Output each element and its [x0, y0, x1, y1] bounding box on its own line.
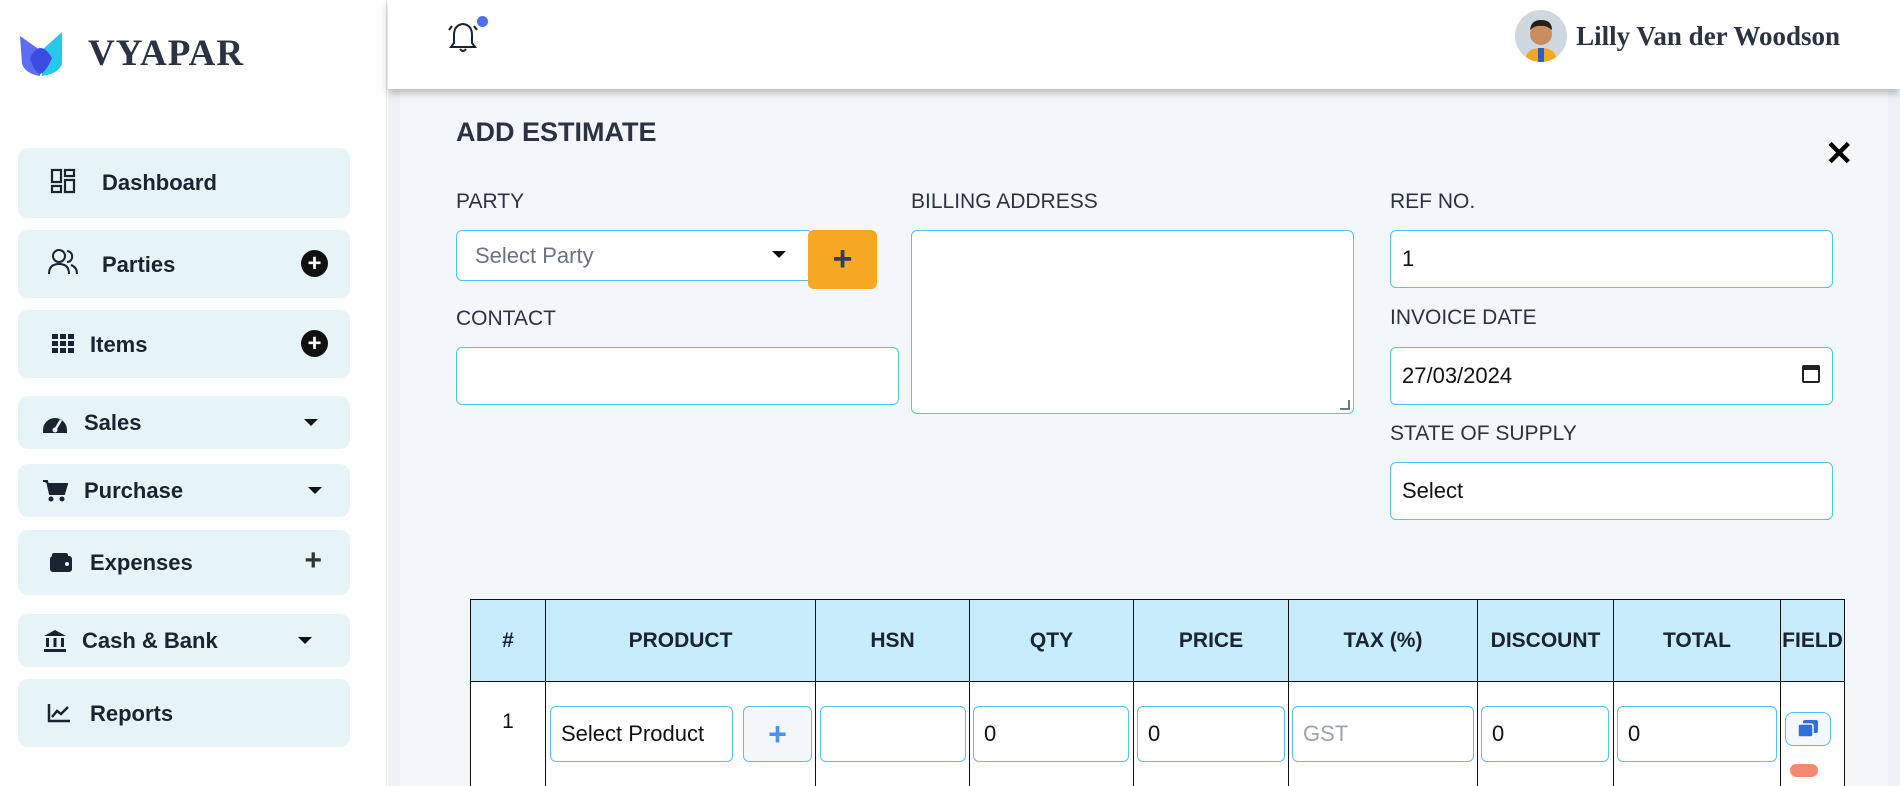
price-field[interactable]: 0: [1137, 706, 1285, 762]
tax-cell: GST: [1288, 681, 1478, 786]
column-header: PRODUCT: [545, 599, 816, 682]
sidebar-item-items[interactable]: Items +: [18, 310, 350, 378]
grid-icon: [48, 329, 78, 359]
sidebar-item-cash-bank[interactable]: Cash & Bank: [18, 614, 350, 667]
state-of-supply-label: STATE OF SUPPLY: [1390, 422, 1577, 445]
total-cell: 0: [1613, 681, 1781, 786]
field-cell: [1780, 681, 1845, 786]
product-select[interactable]: Select Product: [550, 706, 733, 762]
qty-cell: 0: [969, 681, 1134, 786]
main-content: ADD ESTIMATE ✕ PARTY Select Party + CONT…: [388, 89, 1900, 786]
ref-no-field[interactable]: 1: [1390, 230, 1833, 288]
party-select[interactable]: Select Party: [456, 230, 813, 281]
column-header: #: [470, 599, 546, 682]
invoice-date-value: 27/03/2024: [1402, 363, 1513, 388]
add-estimate-panel: ADD ESTIMATE ✕ PARTY Select Party + CONT…: [400, 89, 1888, 786]
top-bar: Lilly Van der Woodson: [388, 0, 1900, 89]
state-of-supply-select[interactable]: Select: [1390, 462, 1833, 520]
table-row: 1 Select Product + 0 0 GST 0 0: [470, 681, 1845, 786]
contact-label: CONTACT: [456, 307, 556, 330]
notification-dot: [477, 16, 488, 27]
user-name: Lilly Van der Woodson: [1576, 20, 1840, 51]
billing-address-field[interactable]: [911, 230, 1354, 414]
party-select-placeholder: Select Party: [475, 242, 594, 268]
hsn-cell: [815, 681, 970, 786]
dashboard-icon: [48, 166, 78, 196]
chevron-down-icon[interactable]: [308, 487, 322, 494]
chevron-down-icon[interactable]: [298, 637, 312, 644]
column-header: FIELD: [1780, 599, 1845, 682]
discount-field[interactable]: 0: [1481, 706, 1609, 762]
table-header-row: # PRODUCT HSN QTY PRICE TAX (%) DISCOUNT…: [470, 599, 1845, 682]
page-title: ADD ESTIMATE: [456, 117, 657, 147]
price-cell: 0: [1133, 681, 1289, 786]
column-header: PRICE: [1133, 599, 1289, 682]
sidebar-item-parties[interactable]: Parties +: [18, 230, 350, 298]
delete-row-button[interactable]: [1790, 764, 1818, 777]
chevron-down-icon[interactable]: [304, 419, 318, 426]
column-header: QTY: [969, 599, 1134, 682]
hsn-field[interactable]: [820, 706, 966, 762]
items-table: # PRODUCT HSN QTY PRICE TAX (%) DISCOUNT…: [470, 599, 1845, 786]
party-label: PARTY: [456, 190, 525, 213]
vyapar-logo-icon: [18, 28, 64, 78]
sidebar-item-label: Purchase: [84, 478, 184, 503]
sidebar-item-label: Sales: [84, 410, 142, 435]
billing-address-label: BILLING ADDRESS: [911, 190, 1098, 213]
cart-icon: [40, 476, 70, 506]
total-field[interactable]: 0: [1617, 706, 1777, 762]
calendar-icon[interactable]: [1802, 365, 1820, 383]
duplicate-row-button[interactable]: [1785, 712, 1831, 746]
bank-icon: [40, 626, 70, 656]
invoice-date-label: INVOICE DATE: [1390, 306, 1537, 329]
add-party-plus-icon[interactable]: +: [301, 250, 328, 277]
sidebar-item-dashboard[interactable]: Dashboard: [18, 148, 350, 218]
user-menu[interactable]: Lilly Van der Woodson: [1515, 10, 1840, 62]
add-item-plus-icon[interactable]: +: [301, 330, 328, 357]
brand[interactable]: VYAPAR: [18, 28, 244, 78]
column-header: DISCOUNT: [1477, 599, 1614, 682]
add-party-button[interactable]: +: [808, 230, 877, 289]
add-expense-plus-icon[interactable]: +: [304, 546, 322, 576]
brand-name: VYAPAR: [88, 32, 245, 74]
chevron-down-icon: [772, 251, 786, 258]
speedometer-icon: [40, 408, 70, 438]
avatar: [1515, 10, 1568, 62]
row-number-cell: 1: [470, 681, 546, 786]
sidebar-item-expenses[interactable]: Expenses +: [18, 530, 350, 595]
copy-icon: [1797, 720, 1818, 738]
sidebar-item-label: Expenses: [90, 550, 193, 575]
discount-cell: 0: [1477, 681, 1614, 786]
chart-line-icon: [44, 698, 74, 728]
sidebar-item-label: Items: [90, 332, 148, 357]
tax-placeholder: GST: [1303, 721, 1349, 746]
wallet-icon: [46, 548, 76, 578]
close-icon[interactable]: ✕: [1825, 134, 1854, 174]
invoice-date-field[interactable]: 27/03/2024: [1390, 347, 1833, 405]
tax-field[interactable]: GST: [1292, 706, 1474, 762]
sidebar-item-label: Dashboard: [102, 170, 217, 195]
ref-no-label: REF NO.: [1390, 190, 1476, 213]
column-header: TAX (%): [1288, 599, 1478, 682]
product-cell: Select Product +: [545, 681, 816, 786]
row-number: 1: [502, 710, 514, 733]
contact-field[interactable]: [456, 347, 899, 405]
column-header: HSN: [815, 599, 970, 682]
sidebar-item-purchase[interactable]: Purchase: [18, 464, 350, 517]
sidebar-item-label: Cash & Bank: [82, 628, 218, 653]
sidebar-item-label: Reports: [90, 701, 174, 726]
sidebar-item-label: Parties: [102, 252, 176, 277]
notification-bell-icon[interactable]: [448, 20, 478, 54]
column-header: TOTAL: [1613, 599, 1781, 682]
add-product-button[interactable]: +: [743, 706, 812, 762]
sidebar-item-reports[interactable]: Reports: [18, 679, 350, 747]
resize-handle-icon[interactable]: [1340, 400, 1350, 410]
sidebar-item-sales[interactable]: Sales: [18, 396, 350, 449]
qty-field[interactable]: 0: [973, 706, 1129, 762]
users-icon: [48, 247, 78, 277]
sidebar: VYAPAR Dashboard Parties + Items + Sales…: [0, 0, 387, 786]
